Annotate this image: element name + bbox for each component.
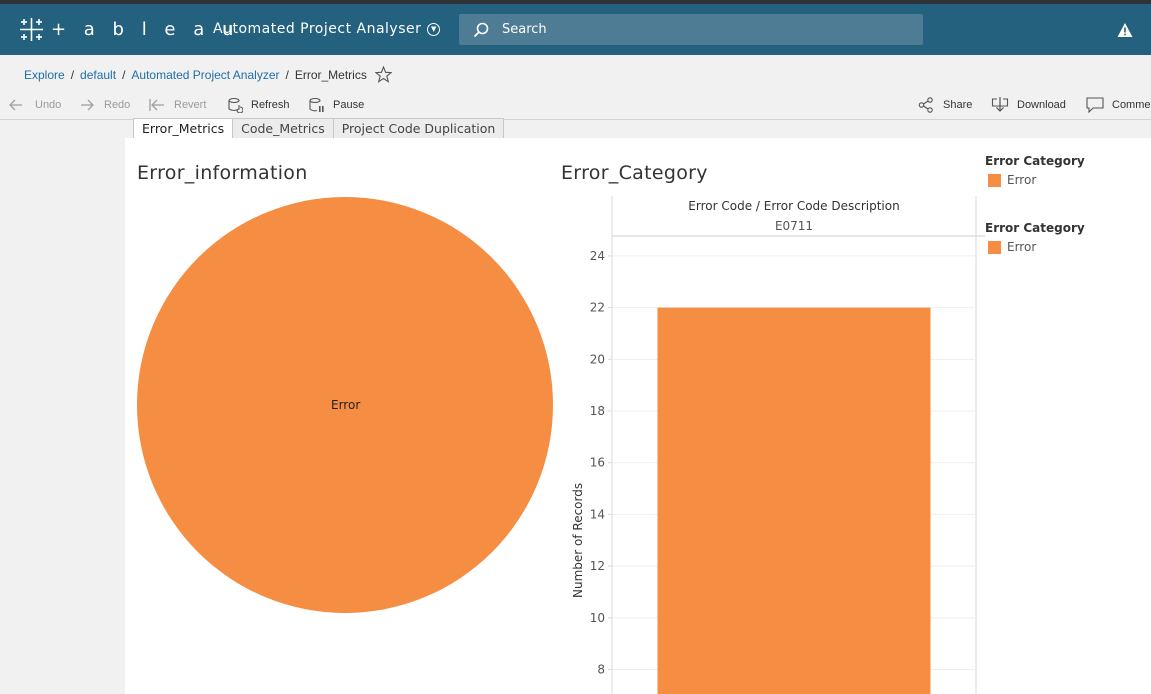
share-button[interactable]: Share <box>918 94 972 116</box>
legend-item-label: Error <box>1007 173 1037 187</box>
legend-swatch <box>988 173 1001 187</box>
breadcrumb-current: Error_Metrics <box>294 67 367 82</box>
share-label: Share <box>943 99 973 111</box>
tab-error-metrics[interactable]: Error_Metrics <box>133 118 234 139</box>
redo-button[interactable]: Redo <box>80 94 130 116</box>
bar-chart-title: Error_Category <box>561 162 708 184</box>
download-icon <box>991 97 1009 112</box>
brand-wordmark: + a b l e a u <box>51 19 240 40</box>
pie-chart-title: Error_information <box>137 162 308 184</box>
color-legend-1: Error Category Error <box>985 154 1085 187</box>
pie-slice-label: Error <box>331 398 361 412</box>
chevron-down-icon: ▼ <box>427 22 441 36</box>
undo-arrow-icon <box>9 99 22 111</box>
tab-project-code-duplication[interactable]: Project Code Duplication <box>332 118 505 139</box>
favorite-star-icon[interactable] <box>374 66 392 83</box>
y-tick-label: 8 <box>597 663 605 677</box>
legend-item-error[interactable]: Error <box>988 240 1085 254</box>
y-tick-label: 22 <box>590 301 605 315</box>
redo-arrow-icon <box>81 99 94 111</box>
y-tick-label: 20 <box>590 352 605 366</box>
breadcrumb-default[interactable]: default <box>80 68 116 82</box>
bar-chart: 24 22 20 18 16 14 12 10 8 <box>590 196 985 694</box>
legend-item-error[interactable]: Error <box>988 173 1085 187</box>
share-icon <box>918 97 933 113</box>
tableau-logo[interactable]: + a b l e a u <box>18 16 239 43</box>
undo-button[interactable]: Undo <box>9 94 61 116</box>
y-tick-label: 14 <box>590 507 605 521</box>
revert-button[interactable]: Revert <box>149 94 206 116</box>
comments-button[interactable]: Comme <box>1086 94 1151 116</box>
search-input[interactable]: Search <box>502 22 547 37</box>
legend-item-label: Error <box>1007 240 1037 254</box>
breadcrumb-separator: / <box>122 67 126 82</box>
breadcrumb-explore[interactable]: Explore <box>24 68 65 82</box>
undo-label: Undo <box>35 99 62 111</box>
refresh-label: Refresh <box>251 99 290 111</box>
pause-button[interactable]: Pause <box>309 94 364 116</box>
project-title: Automated Project Analyser <box>213 21 422 37</box>
y-tick-label: 10 <box>590 611 605 625</box>
tab-code-metrics[interactable]: Code_Metrics <box>232 118 334 139</box>
sheet-tabs: Error_Metrics Code_Metrics Project Code … <box>133 118 505 139</box>
download-button[interactable]: Download <box>991 94 1066 116</box>
warning-icon[interactable] <box>1117 22 1133 38</box>
bar-e0711[interactable] <box>657 307 931 694</box>
breadcrumb: Explore / default / Automated Project An… <box>24 66 392 83</box>
tableau-logo-icon <box>20 18 43 41</box>
y-tick-label: 24 <box>590 249 605 263</box>
legend-swatch <box>988 240 1001 254</box>
toolbar: Undo Redo Revert Refresh Pause Share Dow… <box>0 94 1151 118</box>
color-legend-2: Error Category Error <box>985 221 1085 254</box>
dashboard-canvas: Error_information Error_Category Error E… <box>125 138 1151 694</box>
legend-title: Error Category <box>985 221 1085 235</box>
search-icon <box>473 22 489 37</box>
refresh-icon <box>228 97 243 113</box>
breadcrumb-workbook[interactable]: Automated Project Analyzer <box>131 68 279 82</box>
pause-label: Pause <box>333 99 365 111</box>
refresh-button[interactable]: Refresh <box>227 94 290 116</box>
y-tick-label: 16 <box>590 456 605 470</box>
y-tick-label: 18 <box>590 404 605 418</box>
project-title-menu[interactable]: Automated Project Analyser ▼ <box>213 21 441 37</box>
breadcrumb-separator: / <box>285 67 289 82</box>
comments-label: Comme <box>1112 99 1151 111</box>
top-header: + a b l e a u Automated Project Analyser… <box>0 4 1151 55</box>
breadcrumb-separator: / <box>70 67 75 82</box>
pause-icon <box>309 97 324 112</box>
y-tick-label: 12 <box>590 559 605 573</box>
comment-icon <box>1086 97 1104 113</box>
redo-label: Redo <box>104 99 131 111</box>
legend-title: Error Category <box>985 154 1085 168</box>
revert-icon <box>149 99 164 111</box>
download-label: Download <box>1017 99 1066 111</box>
search-box[interactable]: Search <box>459 14 923 45</box>
revert-label: Revert <box>174 99 207 111</box>
